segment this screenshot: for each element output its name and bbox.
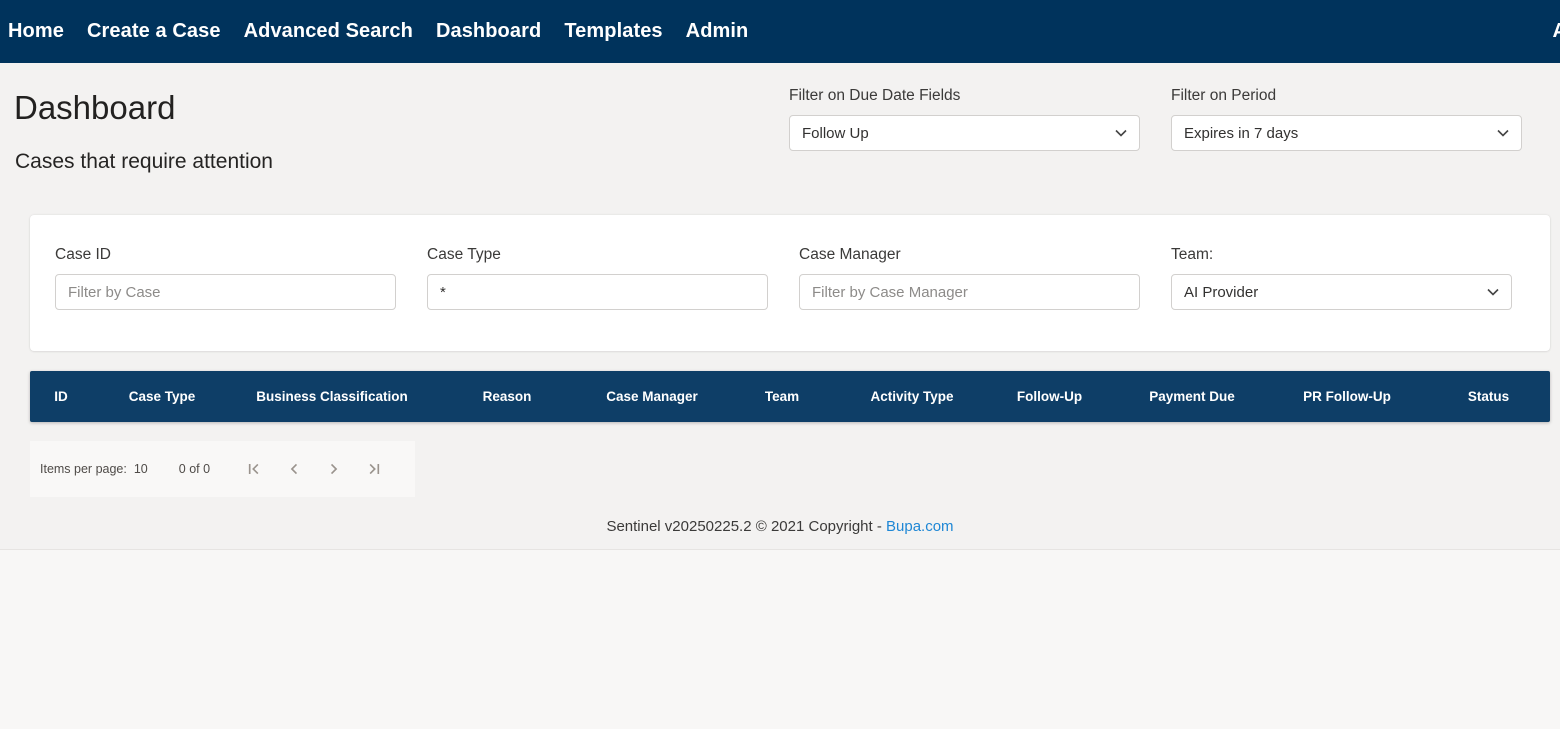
footer: Sentinel v20250225.2 © 2021 Copyright - … bbox=[0, 497, 1560, 535]
page-bottom-background bbox=[0, 550, 1560, 729]
footer-bupa-link[interactable]: Bupa.com bbox=[886, 518, 954, 535]
due-date-filter-group: Filter on Due Date Fields Follow Up bbox=[789, 86, 1140, 175]
page-header-row: Dashboard Cases that require attention F… bbox=[0, 63, 1560, 175]
chevron-right-icon[interactable] bbox=[314, 449, 354, 489]
case-manager-label: Case Manager bbox=[799, 245, 1140, 265]
paginator-buttons bbox=[234, 449, 394, 489]
first-page-icon[interactable] bbox=[234, 449, 274, 489]
paginator-range-label: 0 of 0 bbox=[179, 462, 210, 476]
last-page-icon[interactable] bbox=[354, 449, 394, 489]
case-filter-card: Case ID Case Type Case Manager Team: AI … bbox=[30, 215, 1550, 351]
period-select[interactable]: Expires in 7 days bbox=[1171, 115, 1522, 151]
dashboard-page: Dashboard Cases that require attention F… bbox=[0, 63, 1560, 550]
nav-item-advanced-search[interactable]: Advanced Search bbox=[244, 20, 413, 43]
column-header-case-type: Case Type bbox=[92, 389, 232, 404]
team-label: Team: bbox=[1171, 245, 1512, 265]
case-manager-input[interactable] bbox=[799, 274, 1140, 310]
team-select[interactable]: AI Provider bbox=[1171, 274, 1512, 310]
top-nav: Home Create a Case Advanced Search Dashb… bbox=[0, 0, 1560, 63]
column-header-reason: Reason bbox=[432, 389, 582, 404]
column-header-pr-follow-up: PR Follow-Up bbox=[1267, 389, 1427, 404]
page-subtitle: Cases that require attention bbox=[15, 149, 758, 175]
case-type-input[interactable] bbox=[427, 274, 768, 310]
page-title: Dashboard bbox=[14, 86, 758, 130]
period-filter-group: Filter on Period Expires in 7 days bbox=[1171, 86, 1522, 175]
team-filter-group: Team: AI Provider bbox=[1171, 245, 1512, 310]
nav-item-dashboard[interactable]: Dashboard bbox=[436, 20, 541, 43]
nav-item-home[interactable]: Home bbox=[8, 20, 64, 43]
case-manager-filter-group: Case Manager bbox=[799, 245, 1140, 310]
case-id-input[interactable] bbox=[55, 274, 396, 310]
page-titles: Dashboard Cases that require attention bbox=[14, 86, 758, 175]
column-header-case-manager: Case Manager bbox=[582, 389, 722, 404]
due-date-field-select[interactable]: Follow Up bbox=[789, 115, 1140, 151]
cases-table-header: ID Case Type Business Classification Rea… bbox=[30, 371, 1550, 422]
column-header-follow-up: Follow-Up bbox=[982, 389, 1117, 404]
items-per-page-label: Items per page: bbox=[40, 462, 127, 476]
column-header-status: Status bbox=[1427, 389, 1550, 404]
items-per-page-selector[interactable]: 10 bbox=[134, 462, 148, 476]
case-type-filter-group: Case Type bbox=[427, 245, 768, 310]
column-header-id: ID bbox=[30, 389, 92, 404]
due-date-filter-label: Filter on Due Date Fields bbox=[789, 86, 1140, 106]
nav-item-admin[interactable]: Admin bbox=[686, 20, 749, 43]
nav-item-create-a-case[interactable]: Create a Case bbox=[87, 20, 221, 43]
column-header-payment-due: Payment Due bbox=[1117, 389, 1267, 404]
chevron-left-icon[interactable] bbox=[274, 449, 314, 489]
nav-right-partial-text[interactable]: A bbox=[1553, 20, 1560, 43]
column-header-team: Team bbox=[722, 389, 842, 404]
nav-item-templates[interactable]: Templates bbox=[564, 20, 662, 43]
case-id-filter-group: Case ID bbox=[55, 245, 396, 310]
period-filter-label: Filter on Period bbox=[1171, 86, 1522, 106]
case-type-label: Case Type bbox=[427, 245, 768, 265]
footer-copyright-text: Sentinel v20250225.2 © 2021 Copyright - bbox=[606, 518, 886, 535]
column-header-activity-type: Activity Type bbox=[842, 389, 982, 404]
column-header-business-classification: Business Classification bbox=[232, 389, 432, 404]
case-id-label: Case ID bbox=[55, 245, 396, 265]
table-paginator: Items per page: 10 0 of 0 bbox=[30, 441, 415, 497]
